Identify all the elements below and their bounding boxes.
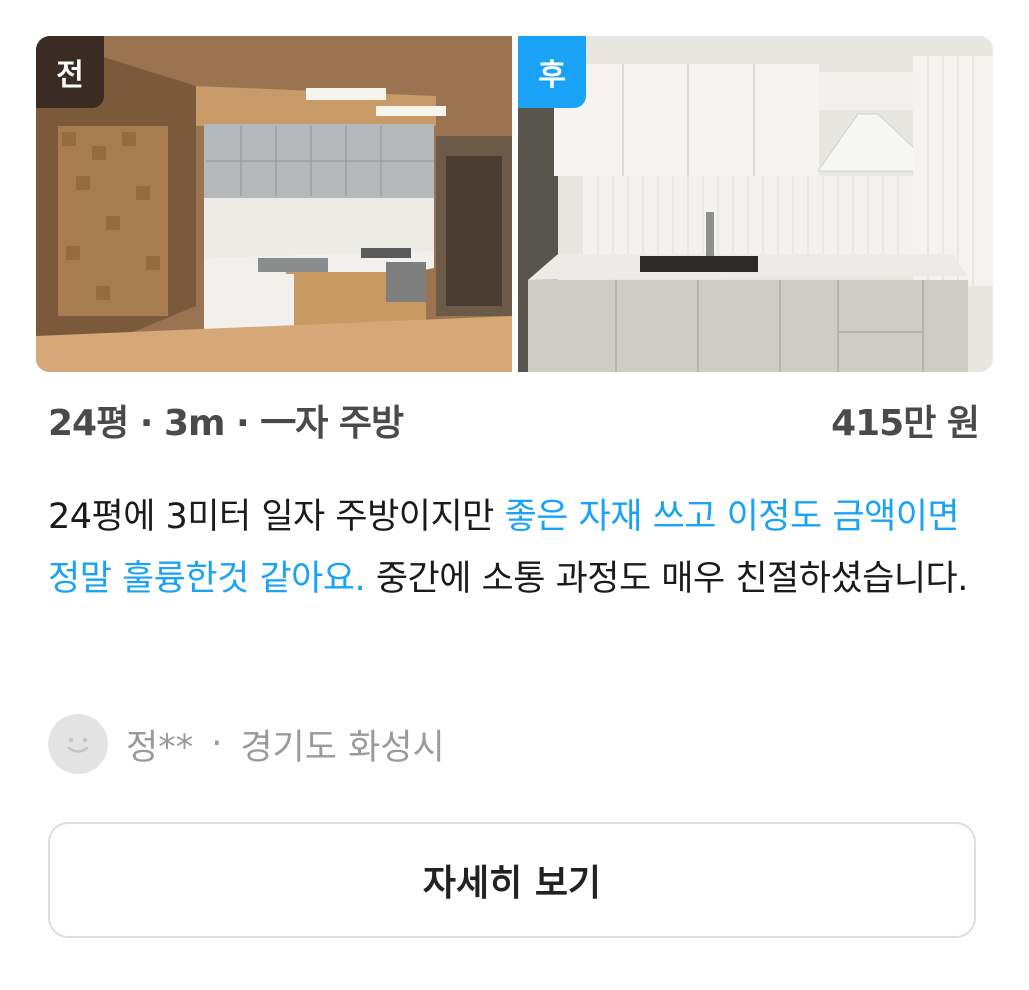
author-separator: · [211, 724, 223, 764]
view-details-button[interactable]: 자세히 보기 [48, 822, 976, 938]
author-location: 경기도 화성시 [240, 727, 445, 768]
project-specs: 24평 · 3m · 一자 주방 [48, 403, 404, 444]
before-after-photos[interactable]: 전 후 [36, 36, 993, 372]
before-kitchen-image [36, 36, 512, 372]
summary-row: 24평 · 3m · 一자 주방 415만 원 [48, 392, 980, 448]
before-tag: 전 [36, 36, 104, 108]
after-tag: 후 [518, 36, 586, 108]
review-text-part1: 24평에 3미터 일자 주방이지만 [48, 497, 505, 537]
author-name: 정** [126, 727, 194, 768]
review-text-part2: 중간에 소통 과정도 매우 친절하셨습니다. [365, 559, 969, 599]
avatar [48, 714, 108, 774]
smiley-face-icon [67, 737, 89, 753]
author-row: 정** · 경기도 화성시 [48, 714, 445, 774]
after-photo[interactable]: 후 [518, 36, 993, 372]
after-kitchen-image [518, 36, 993, 372]
before-photo[interactable]: 전 [36, 36, 512, 372]
review-text: 24평에 3미터 일자 주방이지만 좋은 자재 쓰고 이정도 금액이면 정말 훌… [48, 486, 978, 610]
project-price: 415만 원 [831, 403, 980, 444]
